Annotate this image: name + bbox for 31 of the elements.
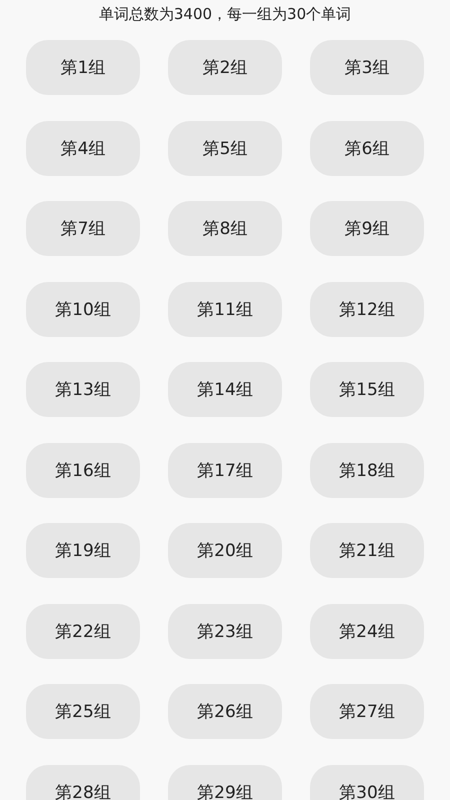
group-button[interactable]: 第14组: [168, 362, 282, 417]
group-button[interactable]: 第15组: [310, 362, 424, 417]
group-button[interactable]: 第16组: [26, 442, 140, 498]
group-button[interactable]: 第20组: [168, 523, 282, 578]
group-button[interactable]: 第18组: [310, 442, 424, 498]
group-button[interactable]: 第8组: [168, 201, 282, 256]
group-button[interactable]: 第12组: [310, 282, 424, 336]
group-button[interactable]: 第30组: [310, 764, 424, 800]
group-button[interactable]: 第17组: [168, 442, 282, 498]
word-count-text: 单词总数为3400，每一组为30个单词: [98, 4, 352, 24]
group-button[interactable]: 第24组: [310, 604, 424, 658]
group-button[interactable]: 第4组: [26, 120, 140, 176]
group-button[interactable]: 第22组: [26, 604, 140, 658]
group-button[interactable]: 第11组: [168, 282, 282, 336]
group-button[interactable]: 第1组: [26, 40, 140, 95]
group-button[interactable]: 第3组: [310, 40, 424, 95]
group-button[interactable]: 第5组: [168, 120, 282, 176]
group-button[interactable]: 第9组: [310, 201, 424, 256]
group-button[interactable]: 第26组: [168, 684, 282, 739]
group-button[interactable]: 第28组: [26, 764, 140, 800]
group-button[interactable]: 第7组: [26, 201, 140, 256]
group-button[interactable]: 第29组: [168, 764, 282, 800]
group-button[interactable]: 第19组: [26, 523, 140, 578]
group-button[interactable]: 第27组: [310, 684, 424, 739]
group-button[interactable]: 第10组: [26, 282, 140, 336]
group-button[interactable]: 第23组: [168, 604, 282, 658]
group-button[interactable]: 第25组: [26, 684, 140, 739]
group-button[interactable]: 第2组: [168, 40, 282, 95]
group-button[interactable]: 第6组: [310, 120, 424, 176]
group-button[interactable]: 第21组: [310, 523, 424, 578]
group-button[interactable]: 第13组: [26, 362, 140, 417]
